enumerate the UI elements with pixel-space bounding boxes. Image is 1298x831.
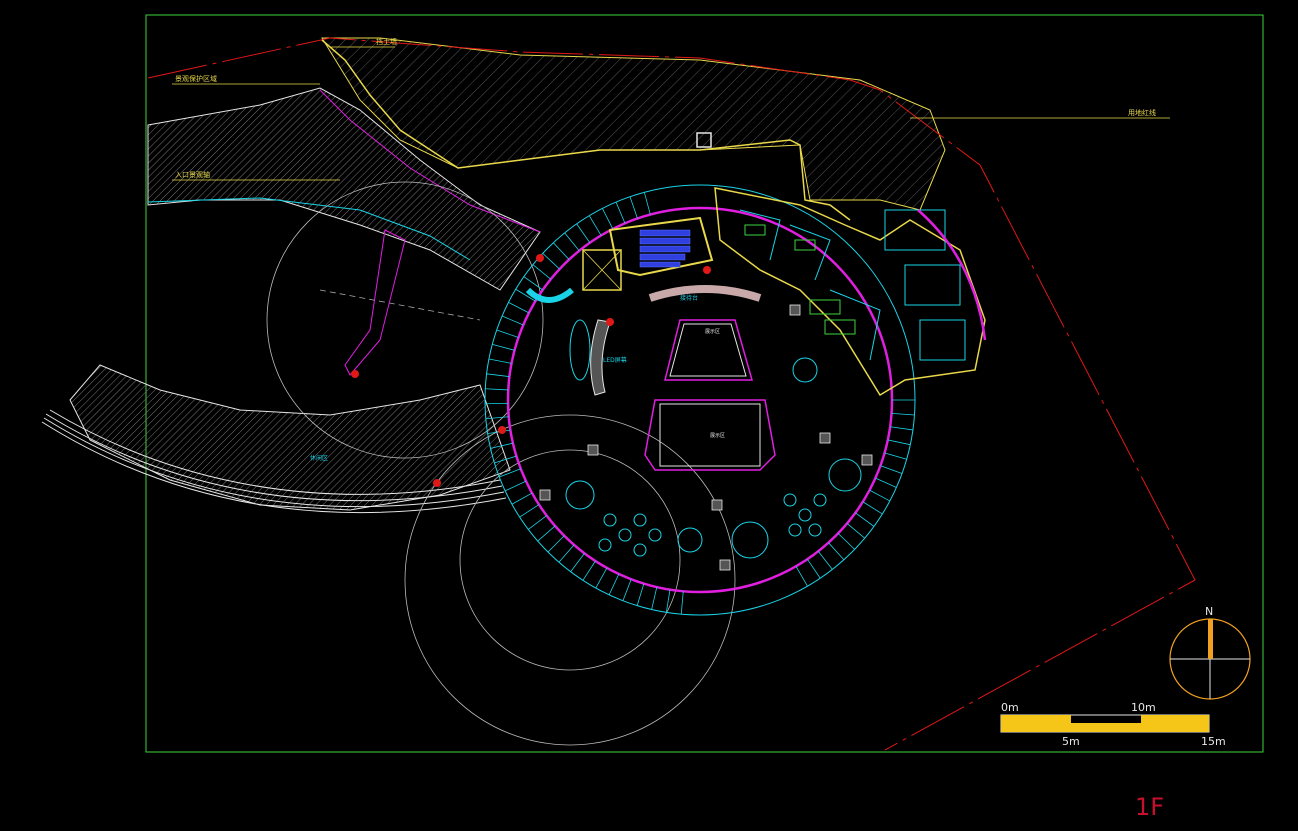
- ring-tick: [828, 542, 845, 561]
- ring-tick: [629, 196, 638, 219]
- scale-label-15m: 15m: [1201, 735, 1226, 748]
- ring-tick: [855, 512, 875, 527]
- building-ring-ticks: [485, 192, 915, 615]
- ring-tick: [537, 525, 556, 542]
- guide-dash-line: [319, 289, 481, 321]
- ring-tick: [564, 232, 580, 252]
- label-entrance-axis: 入口景观轴: [175, 170, 210, 179]
- ring-tick: [636, 583, 645, 606]
- ring-tick: [817, 551, 833, 570]
- reception-counter: [648, 285, 762, 302]
- seating-curve-left: [525, 287, 574, 303]
- ring-tick: [485, 388, 509, 391]
- ring-tick: [508, 302, 530, 314]
- label-display-2: 展示区: [710, 433, 725, 439]
- ring-tick: [837, 533, 855, 550]
- ring-tick: [890, 426, 913, 431]
- display-table-left: [569, 319, 591, 381]
- office-desks: [744, 224, 856, 335]
- ring-tick: [547, 535, 565, 553]
- auditorium-seats: [639, 229, 691, 268]
- label-lounge: 休闲区: [310, 454, 328, 462]
- ring-tick: [880, 465, 903, 474]
- label-display-1: 展示区: [705, 329, 720, 335]
- ring-tick: [595, 567, 608, 589]
- label-retaining-wall: 挡土墙: [376, 37, 397, 46]
- ring-tick: [608, 573, 620, 596]
- ring-tick: [862, 501, 883, 515]
- floor-plan-drawing: 挡土墙 景观保护区域 入口景观轴 用地红线 LED屏幕 接待台 展示区 展示区 …: [41, 14, 1264, 821]
- ring-tick: [795, 566, 808, 587]
- ring-tick: [542, 253, 560, 270]
- ring-tick: [532, 264, 552, 280]
- ring-tick: [622, 579, 632, 601]
- ring-tick: [496, 329, 519, 338]
- ring-tick: [570, 553, 585, 572]
- ring-tick: [519, 504, 540, 518]
- scale-label-0m: 0m: [1001, 701, 1019, 714]
- label-red-line: 用地红线: [1128, 108, 1156, 117]
- ring-tick: [602, 208, 614, 230]
- curved-walkway: [69, 364, 511, 511]
- ramp-structure: [344, 229, 406, 376]
- ring-tick: [887, 439, 911, 446]
- ring-tick: [807, 558, 821, 579]
- ramp-marker-dot: [351, 370, 359, 378]
- ring-tick: [492, 343, 515, 351]
- ring-tick: [504, 480, 527, 492]
- ring-tick: [528, 515, 547, 530]
- ring-tick: [891, 412, 915, 416]
- label-landscape-protection: 景观保护区域: [175, 74, 217, 83]
- ring-tick: [643, 192, 651, 215]
- ring-tick: [875, 477, 897, 488]
- ring-tick: [582, 560, 596, 581]
- ring-tick: [558, 544, 575, 563]
- scale-label-5m: 5m: [1062, 735, 1080, 748]
- ring-tick: [615, 201, 626, 224]
- ring-tick: [553, 242, 570, 260]
- compass-north-label: N: [1205, 605, 1213, 618]
- ring-tick: [523, 276, 543, 291]
- label-led-screen: LED屏幕: [603, 356, 627, 364]
- ring-tick: [869, 489, 891, 502]
- ring-tick: [588, 215, 602, 236]
- ring-tick: [511, 492, 533, 505]
- floor-label: 1F: [1135, 793, 1164, 821]
- label-reception: 接待台: [680, 294, 698, 302]
- ring-tick: [576, 223, 591, 243]
- north-compass: [1169, 618, 1251, 700]
- ring-tick: [501, 315, 524, 326]
- ring-tick: [651, 586, 658, 610]
- ring-tick: [488, 358, 512, 364]
- ring-tick: [884, 452, 907, 460]
- scale-bar: [1000, 714, 1210, 733]
- scale-label-10m: 10m: [1131, 701, 1156, 714]
- ring-tick: [846, 523, 865, 539]
- ring-tick: [680, 591, 684, 615]
- ring-tick: [486, 373, 510, 377]
